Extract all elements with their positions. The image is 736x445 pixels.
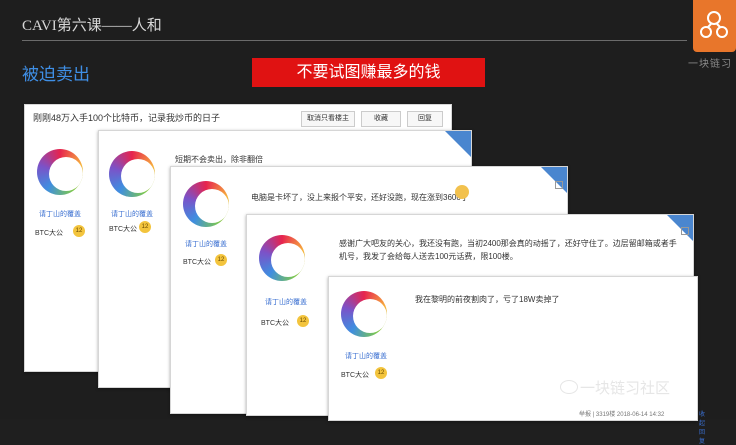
user-tag: BTC大公 [261,320,289,327]
highlight-banner: 不要试图赚最多的钱 [252,58,485,87]
user-avatar[interactable] [341,291,387,337]
slide: CAVI第六课——人和 一块链习 被迫卖出 不要试图赚最多的钱 刚刚48万入手1… [0,0,736,445]
level-badge: 12 [375,367,387,379]
level-badge: 12 [73,225,85,237]
user-avatar[interactable] [109,151,155,197]
only-op-button[interactable]: 取消只看楼主 [301,111,355,127]
username[interactable]: 请丁山的覆盖 [111,209,153,219]
expand-icon[interactable] [681,227,689,235]
user-avatar[interactable] [37,149,83,195]
user-avatar[interactable] [183,181,229,227]
username[interactable]: 请丁山的覆盖 [39,209,81,219]
post-content: 短期不会卖出，除非翻倍 [175,155,263,164]
favorite-button[interactable]: 收藏 [361,111,401,127]
username[interactable]: 请丁山的覆盖 [345,351,387,361]
watermark-text: 一块链习社区 [580,380,671,397]
post-content: 电脑是卡坏了，没上来报个平安，还好没跑，现在涨到3600了 [251,193,469,202]
level-badge: 12 [139,221,151,233]
section-heading: 被迫卖出 [22,65,90,84]
title-divider [22,40,687,41]
user-tag: BTC大公 [35,230,63,237]
level-badge: 12 [297,315,309,327]
op-corner-badge [541,167,567,193]
op-corner-badge [445,131,471,157]
reply-button[interactable]: 回复 [407,111,443,127]
post-footer: 举报 | 3319楼 2018-06-14 14:32 [579,412,665,418]
logo-caption: 一块链习 [688,59,732,70]
slide-title: CAVI第六课——人和 [22,18,162,34]
level-badge: 12 [215,254,227,266]
thread-title: 刚刚48万入手100个比特币，记录我炒币的日子 [33,113,221,123]
wechat-icon [560,380,578,394]
user-tag: BTC大公 [109,226,137,233]
brand-logo-icon [693,0,736,52]
forum-card-5: 请丁山的覆盖 BTC大公 12 我在黎明的前夜割肉了，亏了18W卖掉了 举报 |… [328,276,705,445]
username[interactable]: 请丁山的覆盖 [265,297,307,307]
post-content: 我在黎明的前夜割肉了，亏了18W卖掉了 [415,295,560,304]
post-content: 感谢广大吧友的关心，我还没有跑，当初2400那会真的动摇了，还好守住了。边层留邮… [339,239,677,261]
collapse-replies-link[interactable]: 收起回复 [699,409,705,445]
user-avatar[interactable] [259,235,305,281]
user-tag: BTC大公 [341,372,369,379]
hex-logo-icon [700,11,728,38]
username[interactable]: 请丁山的覆盖 [185,239,227,249]
expand-icon[interactable] [555,181,563,189]
user-tag: BTC大公 [183,259,211,266]
smiley-emoji-icon [455,185,469,199]
